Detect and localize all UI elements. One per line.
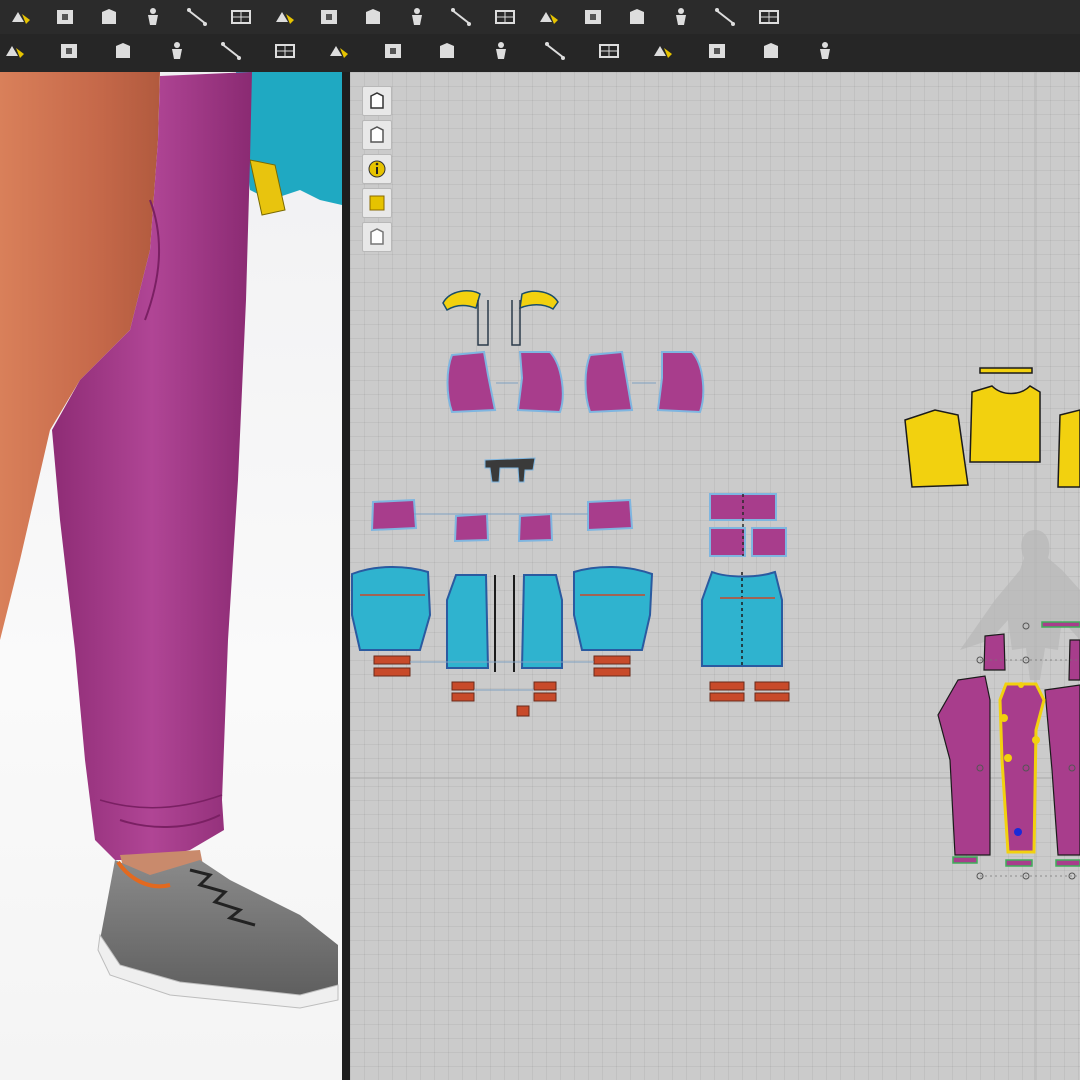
grid-icon[interactable] xyxy=(754,4,784,30)
jacket-pieces xyxy=(351,565,783,669)
segment-sewing-icon[interactable] xyxy=(622,4,652,30)
internal-shape-icon[interactable] xyxy=(578,4,608,30)
hood-pieces xyxy=(446,350,705,414)
texture-icon[interactable] xyxy=(362,188,392,218)
garment-front-icon[interactable] xyxy=(50,4,80,30)
line-icon[interactable] xyxy=(756,38,786,64)
measure-tape-icon[interactable] xyxy=(226,4,256,30)
export-icon[interactable] xyxy=(6,4,36,30)
fabric-pattern-icon[interactable] xyxy=(702,38,732,64)
viewport-splitter[interactable] xyxy=(342,72,350,1080)
pattern-canvas xyxy=(350,72,1080,1080)
3d-viewport[interactable] xyxy=(0,72,342,1080)
lock-garment-icon[interactable] xyxy=(362,222,392,252)
brush-tool-icon[interactable] xyxy=(362,86,392,116)
main-toolbar xyxy=(0,0,1080,35)
garment-back-icon[interactable] xyxy=(94,4,124,30)
shirt-icon[interactable] xyxy=(540,38,570,64)
collar-pieces xyxy=(442,290,559,346)
show-garment-icon[interactable] xyxy=(362,120,392,150)
avatar-garment-render xyxy=(0,72,342,1009)
fabric-icon[interactable] xyxy=(648,38,678,64)
avatar-arrange-icon[interactable] xyxy=(666,4,696,30)
iron-icon[interactable] xyxy=(486,38,516,64)
arrangement-icon[interactable] xyxy=(378,38,408,64)
info-icon[interactable] xyxy=(362,154,392,184)
2d-pattern-window[interactable] xyxy=(350,72,1080,1080)
gather-icon[interactable] xyxy=(216,38,246,64)
grid-select-icon[interactable] xyxy=(710,4,740,30)
collapse-icon[interactable] xyxy=(314,4,344,30)
selected-pant-piece xyxy=(998,682,1046,854)
ruler-icon[interactable] xyxy=(270,4,300,30)
rectangle-icon[interactable] xyxy=(534,4,564,30)
edit-pattern-icon[interactable] xyxy=(358,4,388,30)
polygon-icon[interactable] xyxy=(490,4,520,30)
transform-pattern-icon[interactable] xyxy=(402,4,432,30)
pin-icon[interactable] xyxy=(270,38,300,64)
avatar-pose-icon[interactable] xyxy=(182,4,212,30)
shirt-pieces xyxy=(904,367,1080,488)
zipper-icon[interactable] xyxy=(54,38,84,64)
hanger-icon[interactable] xyxy=(0,38,30,64)
secondary-toolbar xyxy=(0,34,1080,73)
fold-icon[interactable] xyxy=(108,38,138,64)
tack-icon[interactable] xyxy=(324,38,354,64)
edit-point-icon[interactable] xyxy=(446,4,476,30)
symmetry-icon[interactable] xyxy=(432,38,462,64)
sew-icon[interactable] xyxy=(594,38,624,64)
avatar-icon[interactable] xyxy=(138,4,168,30)
strip-icon[interactable] xyxy=(162,38,192,64)
dashed-line-icon[interactable] xyxy=(810,38,840,64)
